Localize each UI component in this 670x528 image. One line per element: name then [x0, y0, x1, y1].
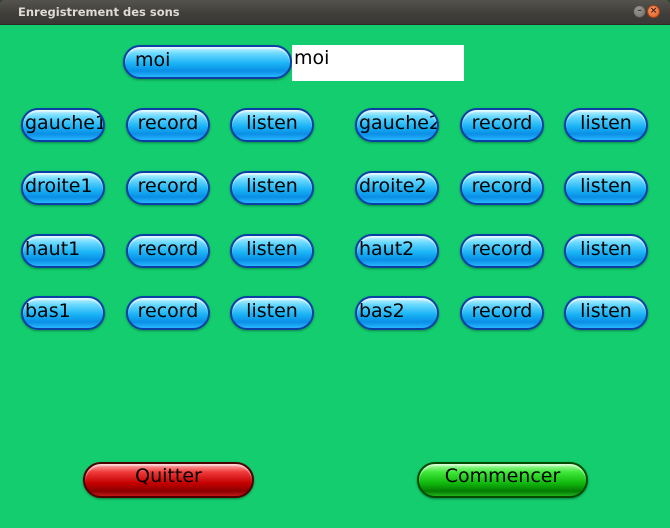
sound-name-droite1[interactable]: droite1 [21, 171, 105, 205]
window-title: Enregistrement des sons [18, 5, 180, 19]
minimize-icon[interactable]: – [633, 5, 646, 18]
quit-button[interactable]: Quitter [83, 462, 254, 498]
name-field[interactable]: moi [292, 45, 464, 81]
record-button-bas1[interactable]: record [126, 296, 210, 330]
sound-name-haut2[interactable]: haut2 [355, 234, 439, 268]
listen-button-bas1[interactable]: listen [230, 296, 314, 330]
listen-button-bas2[interactable]: listen [564, 296, 648, 330]
record-button-haut2[interactable]: record [460, 234, 544, 268]
record-button-haut1[interactable]: record [126, 234, 210, 268]
listen-button-haut1[interactable]: listen [230, 234, 314, 268]
sound-name-gauche1[interactable]: gauche1 [21, 108, 105, 142]
name-button[interactable]: moi [123, 45, 292, 79]
sound-name-bas1[interactable]: bas1 [21, 296, 105, 330]
app-window: Enregistrement des sons – × moi moi gauc… [0, 0, 670, 528]
listen-button-droite1[interactable]: listen [230, 171, 314, 205]
listen-button-gauche1[interactable]: listen [230, 108, 314, 142]
record-button-bas2[interactable]: record [460, 296, 544, 330]
start-button[interactable]: Commencer [417, 462, 588, 498]
listen-button-gauche2[interactable]: listen [564, 108, 648, 142]
sound-name-bas2[interactable]: bas2 [355, 296, 439, 330]
record-button-gauche1[interactable]: record [126, 108, 210, 142]
sound-name-haut1[interactable]: haut1 [21, 234, 105, 268]
record-button-droite1[interactable]: record [126, 171, 210, 205]
sound-name-droite2[interactable]: droite2 [355, 171, 439, 205]
record-button-droite2[interactable]: record [460, 171, 544, 205]
listen-button-haut2[interactable]: listen [564, 234, 648, 268]
close-icon[interactable]: × [647, 5, 660, 18]
title-bar: Enregistrement des sons – × [0, 0, 670, 25]
record-button-gauche2[interactable]: record [460, 108, 544, 142]
listen-button-droite2[interactable]: listen [564, 171, 648, 205]
sound-name-gauche2[interactable]: gauche2 [355, 108, 439, 142]
